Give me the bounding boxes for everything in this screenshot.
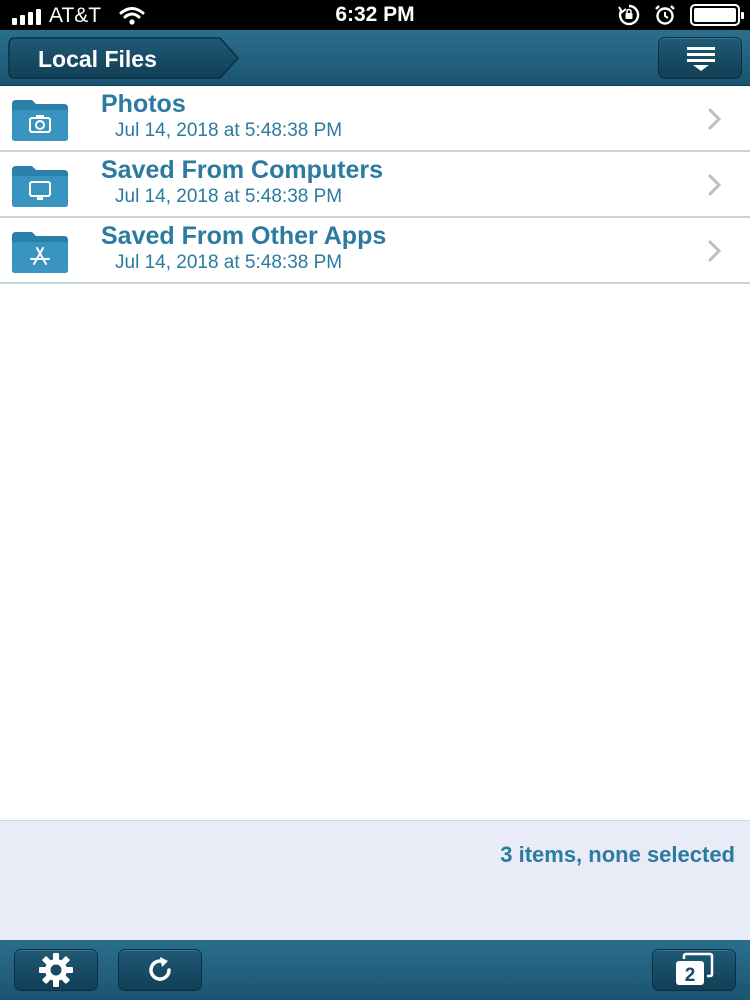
refresh-button[interactable] bbox=[118, 949, 202, 991]
file-date: Jul 14, 2018 at 5:48:38 PM bbox=[115, 120, 343, 141]
rotation-lock-icon bbox=[618, 4, 640, 26]
chevron-right-icon bbox=[708, 108, 722, 130]
folder-monitor-icon bbox=[12, 166, 68, 207]
selection-summary: 3 items, none selected bbox=[500, 842, 735, 867]
status-bar: AT&T 6:32 PM bbox=[0, 0, 750, 30]
file-date: Jul 14, 2018 at 5:48:38 PM bbox=[115, 186, 343, 207]
file-name: Photos bbox=[101, 90, 186, 118]
local-files-button[interactable]: Local Files bbox=[8, 37, 240, 79]
bottom-toolbar: 2 bbox=[0, 940, 750, 1000]
gear-icon bbox=[39, 953, 73, 987]
battery-icon bbox=[690, 4, 744, 26]
local-files-label: Local Files bbox=[38, 46, 157, 72]
file-row-photos[interactable]: Photos Jul 14, 2018 at 5:48:38 PM bbox=[0, 86, 750, 152]
list-menu-icon bbox=[687, 47, 715, 71]
chevron-right-icon bbox=[708, 174, 722, 196]
file-row-saved-from-computers[interactable]: Saved From Computers Jul 14, 2018 at 5:4… bbox=[0, 152, 750, 218]
summary-area: 3 items, none selected bbox=[0, 820, 750, 940]
file-name: Saved From Other Apps bbox=[101, 222, 387, 250]
windows-icon: 2 bbox=[676, 952, 714, 986]
nav-bar: Local Files bbox=[0, 30, 750, 86]
status-right bbox=[618, 4, 744, 26]
folder-appstore-icon bbox=[12, 232, 68, 273]
window-count: 2 bbox=[685, 965, 696, 986]
windows-button[interactable]: 2 bbox=[652, 949, 736, 991]
menu-button[interactable] bbox=[658, 37, 742, 79]
file-name: Saved From Computers bbox=[101, 156, 384, 184]
chevron-right-icon bbox=[708, 240, 722, 262]
alarm-icon bbox=[655, 5, 675, 25]
file-list: Photos Jul 14, 2018 at 5:48:38 PM Saved … bbox=[0, 86, 750, 284]
file-date: Jul 14, 2018 at 5:48:38 PM bbox=[115, 252, 343, 273]
file-row-saved-from-other-apps[interactable]: Saved From Other Apps Jul 14, 2018 at 5:… bbox=[0, 218, 750, 284]
folder-camera-icon bbox=[12, 100, 68, 141]
settings-button[interactable] bbox=[14, 949, 98, 991]
refresh-icon bbox=[149, 957, 171, 981]
